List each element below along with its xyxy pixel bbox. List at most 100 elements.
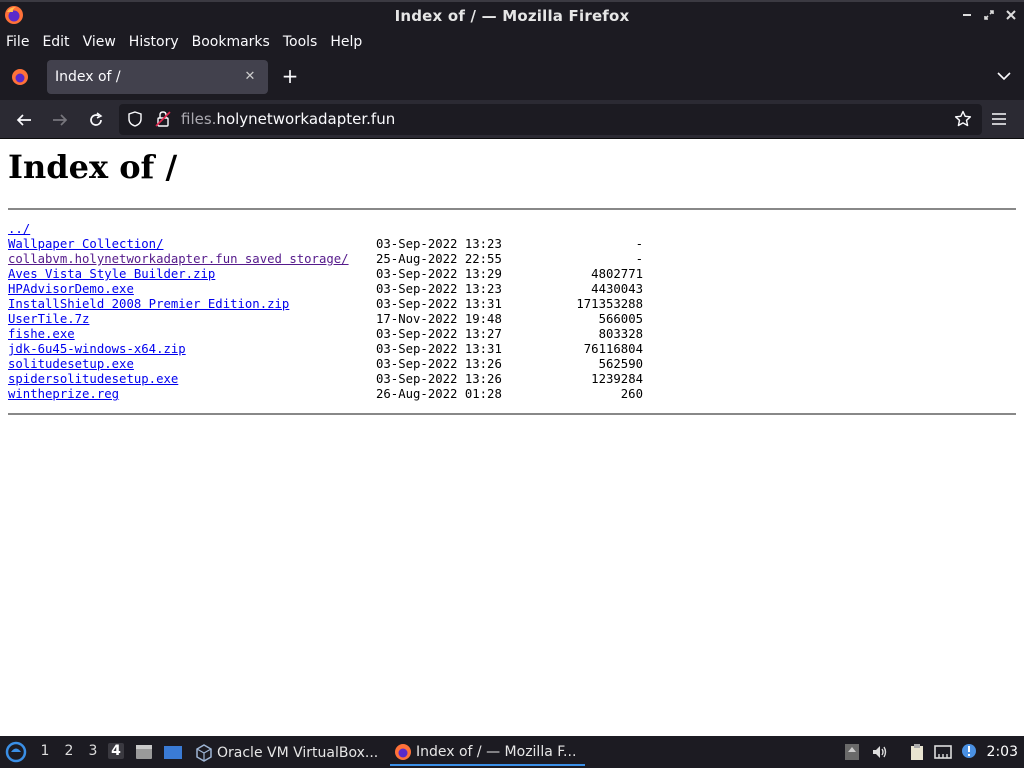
clipboard-icon[interactable] [908, 743, 926, 761]
menu-file[interactable]: File [6, 34, 29, 50]
firefox-icon [395, 743, 411, 760]
file-size: - [635, 237, 643, 251]
file-date: 17-Nov-2022 19:48 [376, 312, 502, 326]
file-link[interactable]: UserTile.7z [8, 312, 89, 326]
menu-bookmarks[interactable]: Bookmarks [192, 34, 270, 50]
file-date: 03-Sep-2022 13:23 [376, 237, 502, 251]
file-manager-icon[interactable] [134, 742, 154, 762]
file-date: 25-Aug-2022 22:55 [376, 252, 502, 266]
forward-arrow-icon [53, 114, 68, 126]
tab-close-icon[interactable]: ✕ [242, 68, 258, 84]
tracking-protection-shield-icon[interactable] [127, 111, 143, 127]
insecure-lock-icon[interactable] [155, 111, 171, 127]
window-title: Index of / — Mozilla Firefox [394, 6, 630, 25]
workspace-4[interactable]: 4 [108, 743, 124, 759]
reload-button[interactable] [85, 109, 107, 131]
start-menu-icon[interactable] [5, 741, 27, 763]
file-row: fishe.exe 03-Sep-2022 13:27 803328 [8, 327, 643, 342]
clock: 2:03 [986, 744, 1018, 760]
file-row: spidersolitudesetup.exe 03-Sep-2022 13:26… [8, 372, 643, 387]
workspace-3[interactable]: 3 [85, 743, 101, 759]
new-tab-button[interactable]: + [280, 64, 300, 88]
restore-icon[interactable] [982, 6, 996, 24]
hamburger-menu-icon[interactable] [990, 110, 1008, 128]
task-firefox[interactable]: Index of / — Mozilla F... [390, 739, 585, 766]
file-row: jdk-6u45-windows-x64.zip 03-Sep-2022 13:3… [8, 342, 643, 357]
parent-directory-row: ../ [8, 222, 349, 237]
virtualbox-icon [196, 743, 212, 762]
firefox-view-icon[interactable] [10, 67, 30, 87]
file-size: 562590 [598, 357, 643, 371]
bookmark-star-icon[interactable] [954, 110, 972, 128]
file-row: collabvm.holynetworkadapter.fun saved st… [8, 252, 643, 267]
tab-title: Index of / [55, 69, 121, 85]
menu-help[interactable]: Help [330, 34, 362, 50]
network-icon[interactable] [934, 743, 952, 761]
url-bar[interactable]: files.holynetworkadapter.fun [119, 104, 982, 135]
file-link[interactable]: collabvm.holynetworkadapter.fun saved st… [8, 252, 349, 266]
minimize-icon[interactable] [960, 6, 974, 24]
page-heading: Index of / [8, 148, 178, 186]
file-row: UserTile.7z 17-Nov-2022 19:48 566005 [8, 312, 643, 327]
file-link[interactable]: spidersolitudesetup.exe [8, 372, 178, 386]
back-arrow-icon [16, 114, 31, 126]
file-link[interactable]: fishe.exe [8, 327, 75, 341]
tab-list-chevron-icon[interactable] [996, 68, 1012, 84]
menu-edit[interactable]: Edit [42, 34, 69, 50]
file-size: 4802771 [591, 267, 643, 281]
file-date: 03-Sep-2022 13:31 [376, 297, 502, 311]
window-titlebar[interactable]: Index of / — Mozilla Firefox [0, 0, 1024, 29]
menu-view[interactable]: View [83, 34, 116, 50]
forward-button[interactable] [49, 109, 71, 131]
file-row: Wallpaper Collection/03-Sep-2022 13:23 - [8, 237, 643, 252]
file-size: 1239284 [591, 372, 643, 386]
file-size: 803328 [598, 327, 643, 341]
file-link[interactable]: jdk-6u45-windows-x64.zip [8, 342, 186, 356]
file-date: 03-Sep-2022 13:26 [376, 357, 502, 371]
menu-history[interactable]: History [129, 34, 179, 50]
file-size: 171353288 [576, 297, 643, 311]
task-firefox-label: Index of / — Mozilla F... [416, 743, 577, 760]
file-size: - [635, 252, 643, 266]
file-row: Aves Vista Style Builder.zip 03-Sep-2022 … [8, 267, 643, 282]
file-date: 03-Sep-2022 13:26 [376, 372, 502, 386]
file-link[interactable]: InstallShield 2008 Premier Edition.zip [8, 297, 289, 311]
tab-bar: Index of / ✕ + [0, 54, 1024, 100]
task-virtualbox[interactable]: Oracle VM VirtualBox... [195, 739, 378, 766]
reload-icon [90, 112, 103, 126]
file-date: 03-Sep-2022 13:23 [376, 282, 502, 296]
file-row: solitudesetup.exe 03-Sep-2022 13:26 562590 [8, 357, 643, 372]
top-divider [8, 208, 1016, 210]
file-date: 26-Aug-2022 01:28 [376, 387, 502, 401]
back-button[interactable] [13, 109, 35, 131]
page-content: Index of / ../ Wallpaper Collection/03-S… [0, 140, 1024, 736]
url-subdomain: files. [181, 110, 217, 128]
workspace-2[interactable]: 2 [61, 743, 77, 759]
file-row: HPAdvisorDemo.exe 03-Sep-2022 13:23 443004… [8, 282, 643, 297]
menu-tools[interactable]: Tools [283, 34, 318, 50]
file-row: InstallShield 2008 Premier Edition.zip 03… [8, 297, 643, 312]
url-text[interactable]: files.holynetworkadapter.fun [181, 110, 395, 128]
tab-index[interactable]: Index of / ✕ [47, 60, 268, 94]
desktop-icon[interactable] [163, 742, 183, 762]
notification-icon[interactable] [960, 743, 978, 761]
file-date: 03-Sep-2022 13:27 [376, 327, 502, 341]
volume-icon[interactable] [871, 743, 889, 761]
parent-directory-link[interactable]: ../ [8, 222, 30, 236]
file-size: 566005 [598, 312, 643, 326]
url-domain: holynetworkadapter.fun [216, 110, 396, 128]
file-link[interactable]: HPAdvisorDemo.exe [8, 282, 134, 296]
file-link[interactable]: solitudesetup.exe [8, 357, 134, 371]
directory-listing: ../ Wallpaper Collection/03-Sep-2022 13:… [8, 222, 643, 402]
file-date: 03-Sep-2022 13:29 [376, 267, 502, 281]
file-link[interactable]: Aves Vista Style Builder.zip [8, 267, 215, 281]
upload-tray-icon[interactable] [843, 743, 861, 761]
file-link[interactable]: Wallpaper Collection/ [8, 237, 163, 251]
close-window-icon[interactable] [1004, 6, 1018, 24]
workspace-1[interactable]: 1 [37, 743, 53, 759]
bottom-divider [8, 413, 1016, 415]
file-row: wintheprize.reg 26-Aug-2022 01:28 260 [8, 387, 643, 402]
file-link[interactable]: wintheprize.reg [8, 387, 119, 401]
taskbar: 1 2 3 4 Oracle VM VirtualBox... Index of… [0, 736, 1024, 768]
file-size: 260 [620, 387, 643, 401]
